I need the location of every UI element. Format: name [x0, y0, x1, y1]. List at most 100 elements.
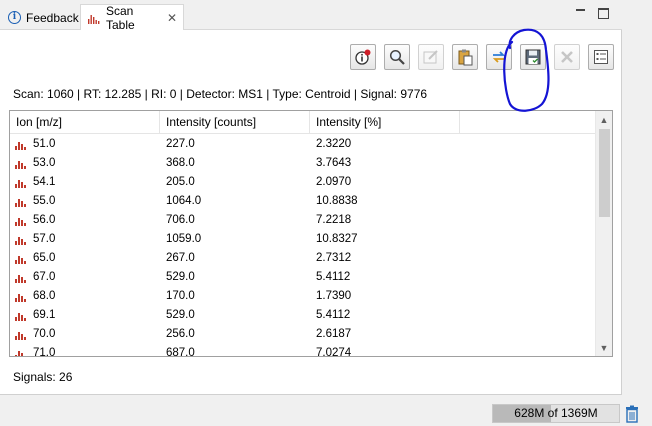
column-header-ion[interactable]: Ion [m/z]: [10, 111, 160, 134]
spectrum-bars-icon: [15, 159, 27, 169]
spectrum-bars-icon: [15, 292, 27, 302]
cell-intensity-percent: 7.0274: [316, 347, 352, 356]
cell-intensity-percent: 2.0970: [316, 176, 352, 188]
cell-intensity-percent: 10.8838: [316, 195, 358, 207]
cell-ion: 51.0: [10, 135, 160, 154]
list-icon: [594, 50, 608, 64]
table-row[interactable]: 70.0 256.0 2.6187: [10, 325, 596, 344]
scan-table: Ion [m/z] Intensity [counts] Intensity […: [9, 110, 613, 357]
cell-ion: 67.0: [10, 268, 160, 287]
cell-intensity-percent: 5.4112: [316, 309, 351, 321]
spectrum-bars-icon: [15, 273, 27, 283]
cell-intensity-counts: 1059.0: [166, 233, 202, 245]
cell-intensity-counts: 1064.0: [166, 195, 202, 207]
spectrum-bars-icon: [15, 330, 27, 340]
cell-empty: [460, 249, 596, 268]
table-row[interactable]: 53.0 368.0 3.7643: [10, 154, 596, 173]
chart-bars-icon: [87, 12, 101, 24]
scan-table-panel: Scan: 1060 | RT: 12.285 | RI: 0 | Detect…: [0, 30, 622, 395]
spectrum-bars-icon: [15, 254, 27, 264]
trash-icon[interactable]: [625, 405, 639, 423]
ion-value: 51.0: [33, 138, 56, 150]
tab-strip: i Feedback Scan Table ✕: [0, 0, 622, 32]
ion-value: 71.0: [33, 347, 56, 356]
cell-intensity-percent: 5.4112: [316, 271, 351, 283]
info-button[interactable]: [350, 44, 376, 70]
ion-value: 69.1: [33, 309, 56, 321]
ion-value: 56.0: [33, 214, 56, 226]
maximize-icon[interactable]: [597, 6, 611, 20]
tab-scan-table[interactable]: Scan Table ✕: [80, 4, 184, 32]
ion-value: 65.0: [33, 252, 56, 264]
cell-ion: 65.0: [10, 249, 160, 268]
table-header: Ion [m/z] Intensity [counts] Intensity […: [10, 111, 596, 134]
cell-intensity-percent: 2.6187: [316, 328, 352, 340]
cell-intensity-counts: 256.0: [166, 328, 195, 340]
ion-value: 67.0: [33, 271, 56, 283]
table-row[interactable]: 51.0 227.0 2.3220: [10, 135, 596, 154]
scroll-up-icon[interactable]: ▲: [596, 111, 612, 128]
minimize-icon[interactable]: [574, 6, 588, 20]
magnifier-icon: [389, 49, 405, 65]
table-body: 51.0 227.0 2.3220 53.0 368.0 3.7643 54.1 205.0 2…: [10, 135, 596, 356]
table-row[interactable]: 65.0 267.0 2.7312: [10, 249, 596, 268]
ion-value: 70.0: [33, 328, 56, 340]
cell-ion: 70.0: [10, 325, 160, 344]
cell-intensity-percent: 10.8327: [316, 233, 358, 245]
floppy-disk-icon: [525, 49, 541, 65]
cell-empty: [460, 211, 596, 230]
info-icon: i: [8, 11, 21, 24]
swap-arrows-icon: [492, 51, 506, 63]
table-row[interactable]: 55.0 1064.0 10.8838: [10, 192, 596, 211]
search-button[interactable]: [384, 44, 410, 70]
memory-indicator[interactable]: 628M of 1369M: [492, 404, 620, 423]
list-button[interactable]: [588, 44, 614, 70]
delete-button[interactable]: [554, 44, 580, 70]
cell-intensity-percent: 3.7643: [316, 157, 352, 169]
table-row[interactable]: 69.1 529.0 5.4112: [10, 306, 596, 325]
sync-button[interactable]: [486, 44, 512, 70]
ion-value: 57.0: [33, 233, 56, 245]
cell-intensity-percent: 2.7312: [316, 252, 352, 264]
cell-intensity-counts: 205.0: [166, 176, 195, 188]
table-row[interactable]: 54.1 205.0 2.0970: [10, 173, 596, 192]
spectrum-bars-icon: [15, 349, 27, 356]
info-badge-icon: [355, 49, 371, 65]
spectrum-bars-icon: [15, 235, 27, 245]
vertical-scrollbar[interactable]: ▲ ▼: [595, 111, 612, 356]
cell-ion: 53.0: [10, 154, 160, 173]
column-header-intensity-counts[interactable]: Intensity [counts]: [160, 111, 310, 134]
table-row[interactable]: 67.0 529.0 5.4112: [10, 268, 596, 287]
cell-empty: [460, 173, 596, 192]
scroll-down-icon[interactable]: ▼: [596, 339, 612, 356]
cell-ion: 68.0: [10, 287, 160, 306]
spectrum-bars-icon: [15, 178, 27, 188]
cell-intensity-percent: 1.7390: [316, 290, 352, 302]
cell-empty: [460, 192, 596, 211]
cell-intensity-counts: 368.0: [166, 157, 195, 169]
close-icon[interactable]: ✕: [167, 11, 177, 25]
app-window: i Feedback Scan Table ✕ Scan: 1060 | RT:…: [0, 0, 652, 426]
ion-value: 55.0: [33, 195, 56, 207]
tab-feedback[interactable]: i Feedback: [2, 4, 80, 31]
edit-button[interactable]: [418, 44, 444, 70]
save-button[interactable]: [520, 44, 546, 70]
spectrum-bars-icon: [15, 197, 27, 207]
table-row[interactable]: 71.0 687.0 7.0274: [10, 344, 596, 356]
cell-empty: [460, 325, 596, 344]
spectrum-bars-icon: [15, 311, 27, 321]
column-header-empty: [460, 111, 596, 134]
cell-ion: 69.1: [10, 306, 160, 325]
table-row[interactable]: 56.0 706.0 7.2218: [10, 211, 596, 230]
cell-ion: 54.1: [10, 173, 160, 192]
table-row[interactable]: 57.0 1059.0 10.8327: [10, 230, 596, 249]
spectrum-bars-icon: [15, 216, 27, 226]
cell-intensity-counts: 706.0: [166, 214, 195, 226]
table-row[interactable]: 68.0 170.0 1.7390: [10, 287, 596, 306]
column-header-intensity-percent[interactable]: Intensity [%]: [310, 111, 460, 134]
paste-button[interactable]: [452, 44, 478, 70]
signals-count: Signals: 26: [13, 370, 73, 384]
scrollbar-thumb[interactable]: [599, 129, 610, 217]
x-icon: [561, 51, 573, 63]
cell-ion: 71.0: [10, 344, 160, 356]
